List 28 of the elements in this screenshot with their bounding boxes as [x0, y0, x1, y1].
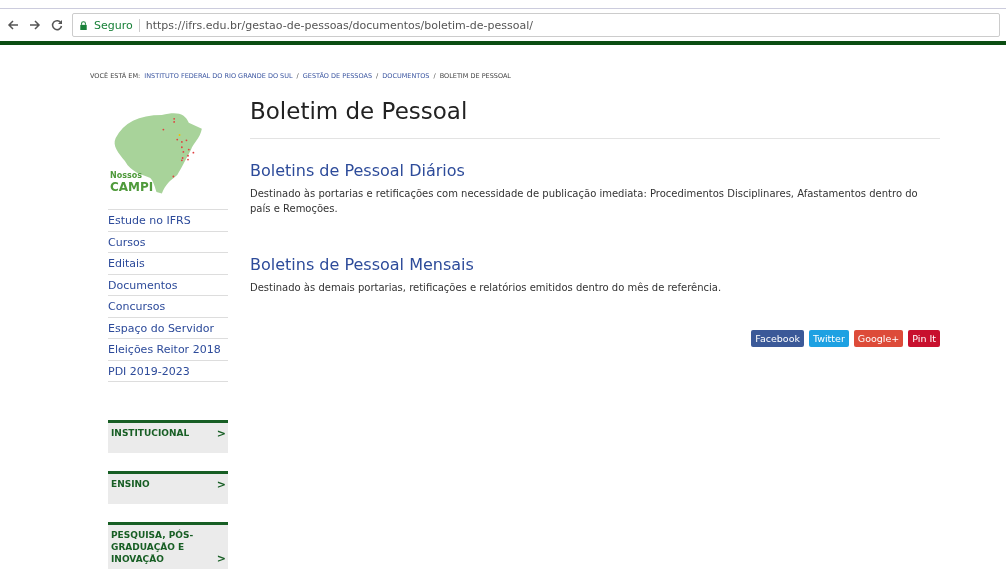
share-button[interactable]: Google+	[853, 330, 904, 347]
section-toggle[interactable]: INSTITUCIONAL >	[108, 420, 228, 453]
forward-icon[interactable]	[28, 18, 42, 32]
sidebar-link[interactable]: Eleições Reitor 2018	[108, 339, 228, 361]
reload-icon[interactable]	[50, 18, 64, 32]
map-caption: Nossos	[110, 171, 142, 180]
page-title: Boletim de Pessoal	[250, 98, 469, 124]
secure-label: Seguro	[94, 18, 140, 32]
section-description: Destinado às portarias e retificações com necessidade de publicação imediata: Procedimentos Disciplinares, Afastamentos dentro do país e Remoções.	[250, 187, 919, 216]
section-description: Destinado às demais portarias, retificações e relatórios emitidos dentro do mês de referência.	[250, 281, 723, 295]
section-toggle[interactable]: PESQUISA, PÓS-GRADUAÇÃO E INOVAÇÃO >	[108, 522, 228, 569]
sidebar-link[interactable]: Cursos	[108, 231, 228, 253]
back-icon[interactable]	[6, 18, 20, 32]
sidebar-link[interactable]: PDI 2019-2023	[108, 360, 228, 382]
section-heading[interactable]: Boletins de Pessoal Mensais	[250, 255, 940, 274]
sidebar-link[interactable]: Documentos	[108, 274, 228, 296]
sidebar-link[interactable]: Espaço do Servidor	[108, 317, 228, 339]
lock-icon	[79, 19, 88, 31]
map-title: CAMPI	[110, 180, 154, 194]
section-toggle[interactable]: ENSINO >	[108, 471, 228, 504]
url-text: https://ifrs.edu.br/gestao-de-pessoas/documentos/boletim-de-pessoal/	[145, 18, 533, 32]
address-bar[interactable]: Seguro https://ifrs.edu.br/gestao-de-pessoas/documentos/boletim-de-pessoal/	[72, 13, 1000, 37]
share-button[interactable]: Pin It	[908, 330, 940, 347]
share-button[interactable]: Facebook	[751, 330, 804, 347]
sidebar-link[interactable]: Concursos	[108, 296, 228, 318]
sidebar-link[interactable]: Editais	[108, 253, 228, 275]
sidebar-link[interactable]: Estude no IFRS	[108, 210, 228, 232]
section-heading[interactable]: Boletins de Pessoal Diários	[250, 161, 940, 180]
